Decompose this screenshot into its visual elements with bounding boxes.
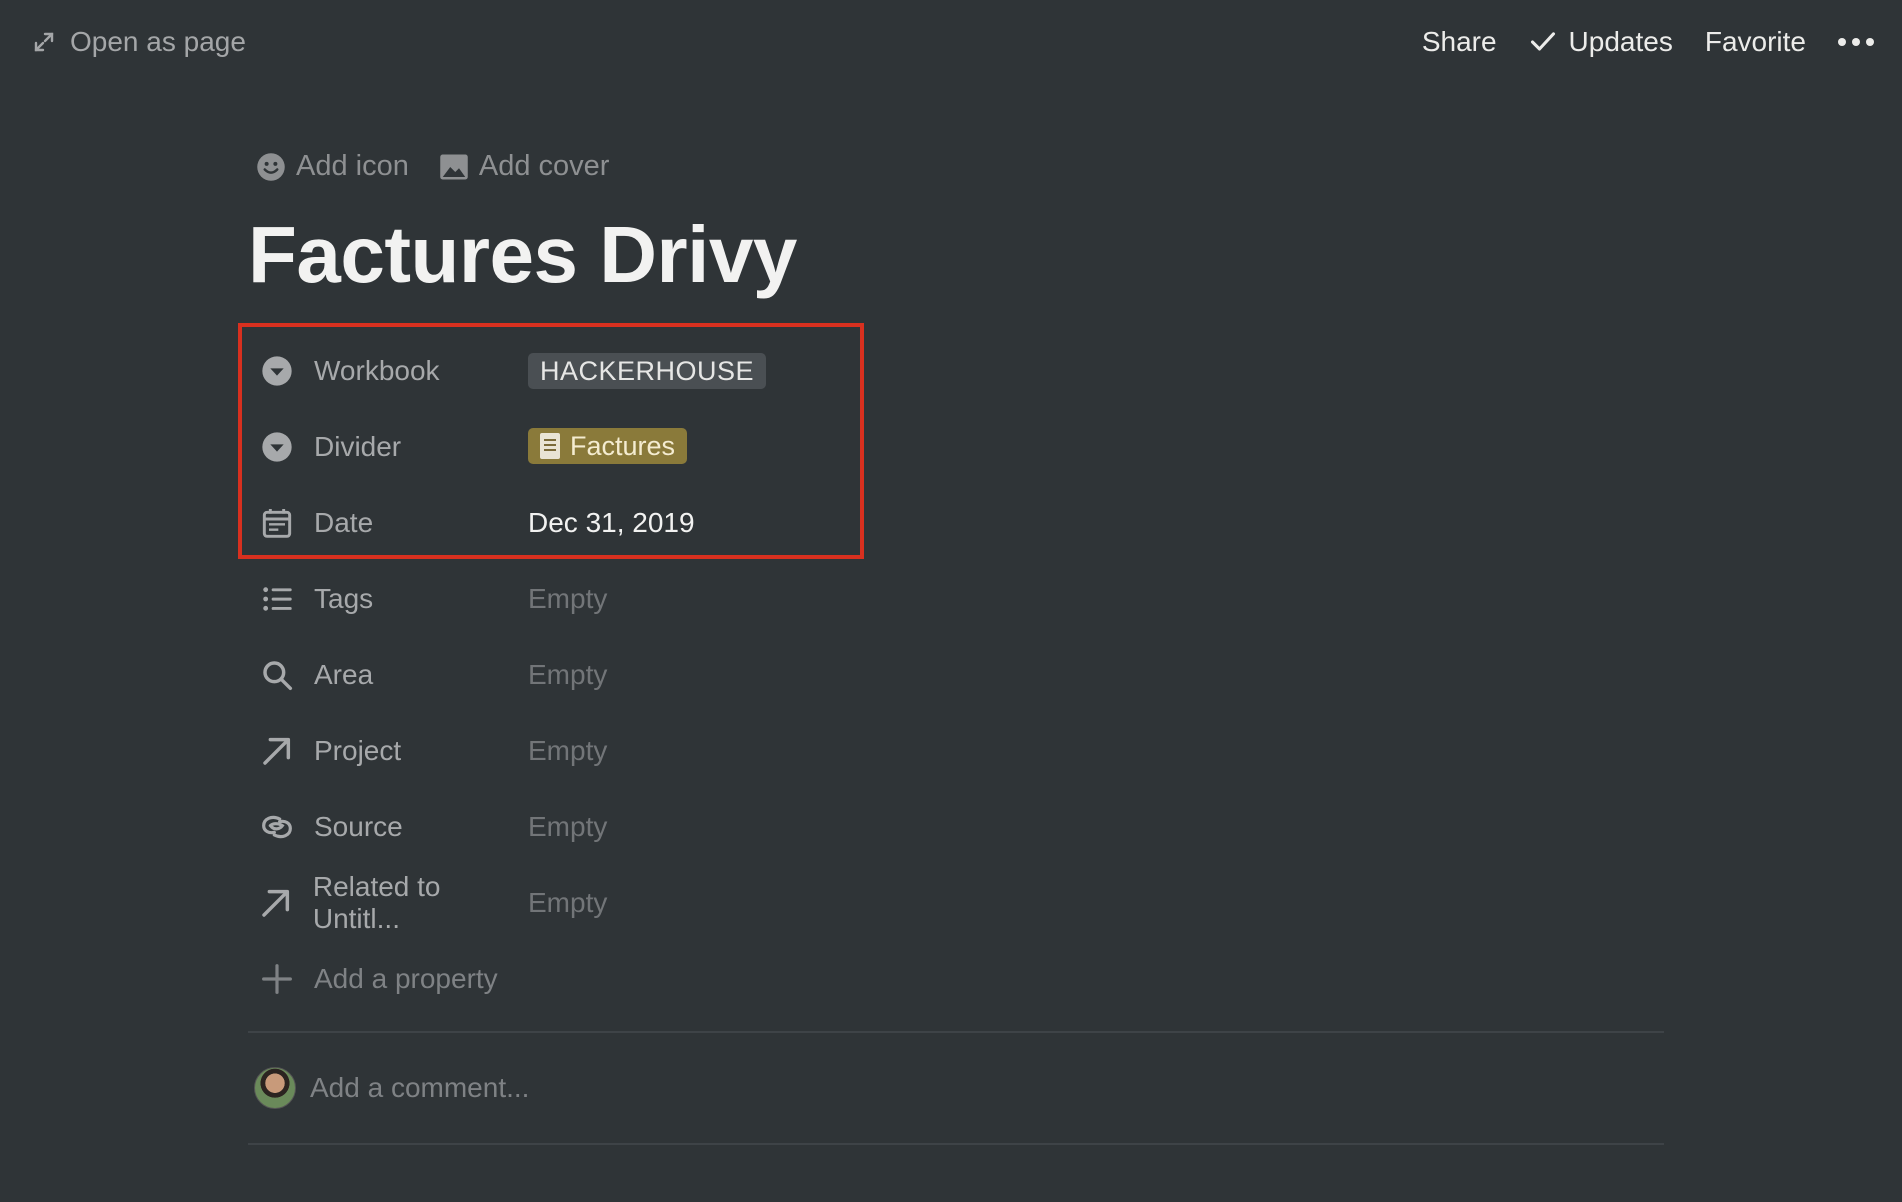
page-title[interactable]: Factures Drivy xyxy=(248,213,1668,297)
updates-label: Updates xyxy=(1568,26,1673,57)
property-value-workbook[interactable]: HACKERHOUSE xyxy=(528,353,767,389)
property-row-date: Date Dec 31, 2019 xyxy=(248,485,1668,561)
property-label: Project xyxy=(314,735,402,766)
expand-icon xyxy=(34,32,54,52)
add-property-button[interactable]: Add a property xyxy=(248,941,1668,1017)
property-name-workbook[interactable]: Workbook xyxy=(248,354,528,388)
rollup-icon xyxy=(260,810,294,844)
property-label: Source xyxy=(314,811,403,842)
add-cover-button[interactable]: Add cover xyxy=(439,150,610,183)
page-content: Add icon Add cover Factures Drivy Workbo… xyxy=(238,150,1668,1145)
property-value-divider[interactable]: Factures xyxy=(528,428,688,466)
property-row-related: Related to Untitl... Empty xyxy=(248,865,1668,941)
property-label: Tags xyxy=(314,583,374,614)
more-dot-icon xyxy=(1866,38,1874,46)
property-row-workbook: Workbook HACKERHOUSE xyxy=(248,333,1668,409)
avatar xyxy=(254,1067,296,1109)
property-name-tags[interactable]: Tags xyxy=(248,582,528,616)
top-actions: Share Updates Favorite xyxy=(1422,26,1874,58)
smiley-icon xyxy=(257,152,285,181)
share-label: Share xyxy=(1421,26,1497,57)
favorite-button[interactable]: Favorite xyxy=(1705,26,1806,58)
open-as-page-label: Open as page xyxy=(70,26,246,57)
property-label: Workbook xyxy=(314,355,440,386)
property-label: Divider xyxy=(314,431,402,462)
property-name-related[interactable]: Related to Untitl... xyxy=(248,871,528,935)
property-row-tags: Tags Empty xyxy=(248,561,1668,637)
favorite-label: Favorite xyxy=(1704,26,1806,57)
updates-button[interactable]: Updates xyxy=(1529,26,1673,58)
open-as-page-button[interactable]: Open as page xyxy=(32,26,246,58)
property-label: Related to Untitl... xyxy=(312,871,441,934)
more-dot-icon xyxy=(1852,38,1860,46)
select-icon xyxy=(260,354,294,388)
page-meta-actions: Add icon Add cover xyxy=(256,150,1668,183)
relation-arrow-icon xyxy=(260,734,294,768)
property-value-area[interactable]: Empty xyxy=(528,659,607,691)
plus-icon xyxy=(260,962,294,996)
workbook-tag: HACKERHOUSE xyxy=(528,353,767,389)
property-row-area: Area Empty xyxy=(248,637,1668,713)
receipt-icon xyxy=(540,433,560,459)
add-icon-label: Add icon xyxy=(296,150,409,182)
share-button[interactable]: Share xyxy=(1422,26,1497,58)
property-name-source[interactable]: Source xyxy=(248,810,528,844)
calendar-icon xyxy=(260,506,294,540)
property-name-project[interactable]: Project xyxy=(248,734,528,768)
properties-list: Workbook HACKERHOUSE Divider Factures Da… xyxy=(238,323,1668,1017)
comment-input[interactable] xyxy=(310,1072,910,1104)
check-icon xyxy=(1530,32,1555,51)
property-value-tags[interactable]: Empty xyxy=(528,583,607,615)
property-name-date[interactable]: Date xyxy=(248,506,528,540)
search-icon xyxy=(260,658,294,692)
divider-tag-label: Factures xyxy=(570,431,676,461)
divider xyxy=(248,1143,1664,1145)
property-label: Date xyxy=(314,507,374,538)
add-cover-label: Add cover xyxy=(478,150,610,182)
image-icon xyxy=(440,154,468,179)
comment-row xyxy=(248,1033,1668,1143)
property-row-project: Project Empty xyxy=(248,713,1668,789)
more-dot-icon xyxy=(1838,38,1846,46)
property-value-source[interactable]: Empty xyxy=(528,811,607,843)
property-name-area[interactable]: Area xyxy=(248,658,528,692)
property-row-source: Source Empty xyxy=(248,789,1668,865)
property-name-divider[interactable]: Divider xyxy=(248,430,528,464)
property-value-project[interactable]: Empty xyxy=(528,735,607,767)
add-property-label: Add a property xyxy=(314,963,498,994)
select-icon xyxy=(260,430,294,464)
property-label: Area xyxy=(314,659,374,690)
top-bar: Open as page Share Updates Favorite xyxy=(0,0,1902,84)
property-value-date[interactable]: Dec 31, 2019 xyxy=(528,507,695,539)
property-row-divider: Divider Factures xyxy=(248,409,1668,485)
more-options-button[interactable] xyxy=(1838,32,1874,52)
relation-arrow-icon xyxy=(260,886,293,920)
property-value-related[interactable]: Empty xyxy=(528,887,607,919)
list-icon xyxy=(260,582,294,616)
divider-tag: Factures xyxy=(528,428,688,464)
add-icon-button[interactable]: Add icon xyxy=(256,150,409,183)
